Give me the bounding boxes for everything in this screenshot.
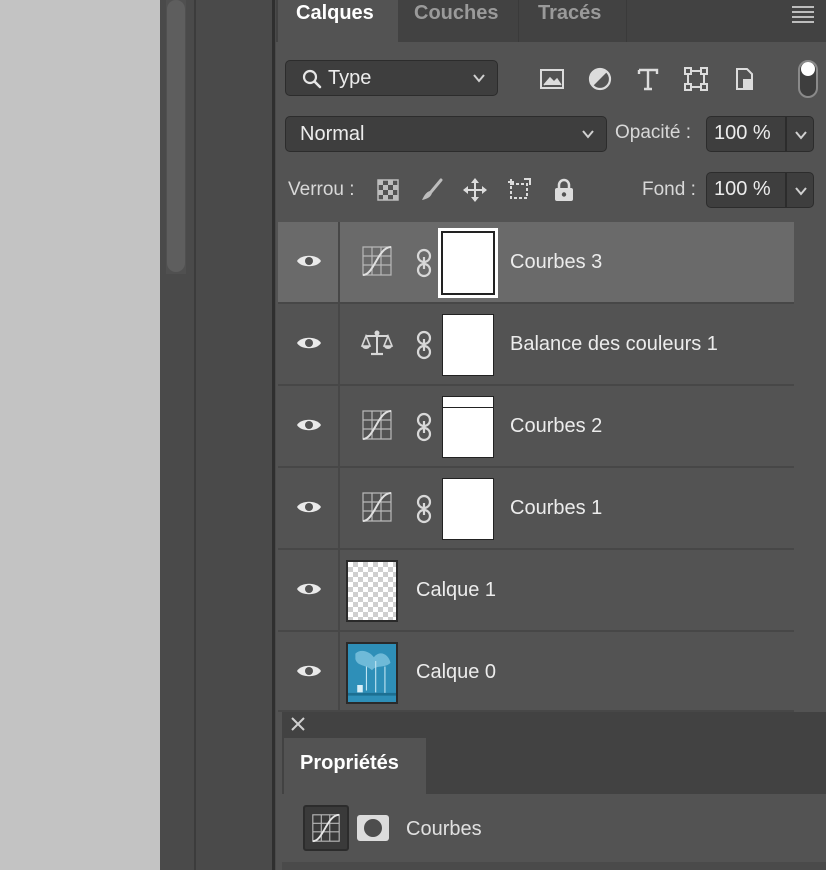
layer-mask-thumbnail[interactable] xyxy=(438,228,498,298)
layer-row-courbes-3[interactable]: Courbes 3 xyxy=(278,222,794,304)
eye-icon[interactable] xyxy=(296,252,322,270)
blend-mode-value: Normal xyxy=(300,123,365,145)
divider xyxy=(282,862,826,870)
link-icon[interactable] xyxy=(414,248,434,278)
chevron-down-icon xyxy=(795,131,807,140)
adjustment-filter-icon[interactable] xyxy=(587,66,613,92)
text-filter-icon[interactable] xyxy=(635,66,661,92)
divider xyxy=(194,0,196,870)
layer-row-calque-1[interactable]: Calque 1 xyxy=(278,550,794,632)
blend-mode-select[interactable]: Normal xyxy=(285,116,607,152)
lock-transparent-pixels-icon[interactable] xyxy=(375,177,401,203)
eye-icon[interactable] xyxy=(296,580,322,598)
smart-object-filter-icon[interactable] xyxy=(731,66,757,92)
tab-couches[interactable]: Couches xyxy=(398,0,519,42)
image-filter-icon[interactable] xyxy=(539,66,565,92)
fill-input[interactable]: 100 % xyxy=(706,172,786,208)
properties-tab-label: Propriétés xyxy=(300,752,399,774)
opacity-dropdown[interactable] xyxy=(786,116,814,152)
opacity-input[interactable]: 100 % xyxy=(706,116,786,152)
adjustment-name: Courbes xyxy=(406,818,482,840)
filter-type-label: Type xyxy=(328,67,372,89)
divider xyxy=(272,0,275,870)
layer-row-courbes-1[interactable]: Courbes 1 xyxy=(278,468,794,550)
curves-adjustment-button[interactable] xyxy=(303,805,349,851)
layer-row-balance-des-couleurs-1[interactable]: Balance des couleurs 1 xyxy=(278,304,794,386)
layer-row-courbes-2[interactable]: Courbes 2 xyxy=(278,386,794,468)
transparent-layer-thumbnail[interactable] xyxy=(346,560,398,622)
scrollbar-thumb[interactable] xyxy=(167,0,185,272)
lock-label: Verrou : xyxy=(288,179,355,200)
eye-icon[interactable] xyxy=(296,334,322,352)
search-icon xyxy=(302,69,322,89)
image-layer-thumbnail[interactable] xyxy=(346,642,398,704)
curves-adjustment-icon[interactable] xyxy=(360,408,394,442)
visibility-cell[interactable] xyxy=(278,468,340,548)
link-icon[interactable] xyxy=(414,412,434,442)
chevron-down-icon xyxy=(795,187,807,196)
layer-mask-thumbnail[interactable] xyxy=(442,478,494,540)
close-icon[interactable] xyxy=(290,716,306,732)
properties-header xyxy=(282,712,826,738)
visibility-cell[interactable] xyxy=(278,304,340,384)
tab-calques[interactable]: Calques xyxy=(278,0,398,42)
visibility-cell[interactable] xyxy=(278,632,340,710)
tab-traces[interactable]: Tracés xyxy=(518,0,627,42)
chevron-down-icon xyxy=(582,130,594,139)
eye-icon[interactable] xyxy=(296,498,322,516)
link-icon[interactable] xyxy=(414,330,434,360)
layer-name[interactable]: Calque 1 xyxy=(416,579,496,602)
curves-adjustment-icon xyxy=(312,813,340,843)
fill-label: Fond : xyxy=(642,179,696,200)
toggle-knob xyxy=(801,62,815,76)
layer-mask-thumbnail[interactable] xyxy=(442,314,494,376)
tab-label: Couches xyxy=(414,2,499,24)
visibility-cell[interactable] xyxy=(278,222,340,302)
panel-menu-icon[interactable] xyxy=(792,6,814,23)
lock-image-pixels-icon[interactable] xyxy=(419,177,445,203)
layer-name[interactable]: Courbes 1 xyxy=(510,497,602,520)
layer-name[interactable]: Balance des couleurs 1 xyxy=(510,333,718,356)
curves-adjustment-icon[interactable] xyxy=(360,244,394,278)
lock-all-icon[interactable] xyxy=(551,177,577,203)
mask-icon xyxy=(364,819,382,837)
visibility-cell[interactable] xyxy=(278,386,340,466)
curves-adjustment-icon[interactable] xyxy=(360,490,394,524)
layer-name[interactable]: Calque 0 xyxy=(416,661,496,684)
fill-dropdown[interactable] xyxy=(786,172,814,208)
tab-label: Calques xyxy=(296,2,374,24)
lock-artboard-icon[interactable] xyxy=(506,177,532,203)
layer-name[interactable]: Courbes 2 xyxy=(510,415,602,438)
canvas-area[interactable] xyxy=(0,0,160,870)
eye-icon[interactable] xyxy=(296,416,322,434)
opacity-label: Opacité : xyxy=(615,122,692,143)
layer-name[interactable]: Courbes 3 xyxy=(510,251,602,274)
color-balance-adjustment-icon[interactable] xyxy=(360,326,394,360)
layer-row-calque-0[interactable]: Calque 0 xyxy=(278,632,794,712)
shape-filter-icon[interactable] xyxy=(683,66,709,92)
layer-filter-select[interactable]: Type xyxy=(285,60,498,96)
eye-icon[interactable] xyxy=(296,662,322,680)
chevron-down-icon xyxy=(473,74,485,83)
visibility-cell[interactable] xyxy=(278,550,340,630)
layer-mask-thumbnail[interactable] xyxy=(442,396,494,458)
tab-label: Tracés xyxy=(538,2,602,24)
lock-position-icon[interactable] xyxy=(462,177,488,203)
link-icon[interactable] xyxy=(414,494,434,524)
